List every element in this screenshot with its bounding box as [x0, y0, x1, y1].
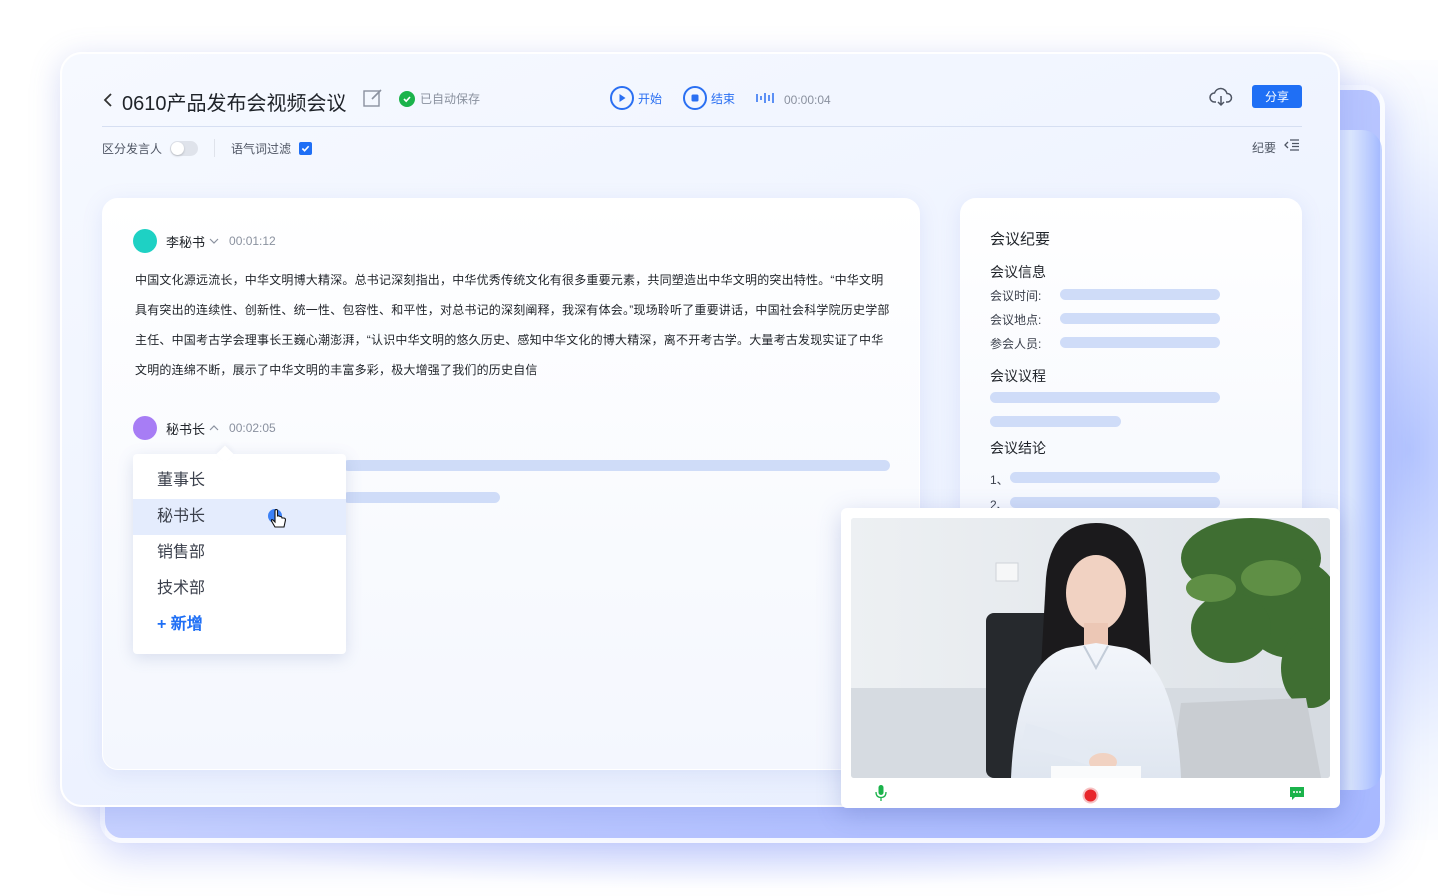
agenda-placeholder: [990, 416, 1121, 427]
header-bar: 0610产品发布会视频会议 已自动保存 开始 结束 00:00:04 分享: [102, 84, 1302, 124]
video-controls: [841, 780, 1340, 808]
dropdown-option-selected[interactable]: 秘书长: [133, 499, 346, 535]
text-placeholder: [343, 492, 500, 503]
timer-value: 00:00:04: [784, 93, 831, 107]
toggle-knob: [171, 141, 185, 155]
audio-wave-icon: [756, 91, 776, 109]
attendees-value-placeholder: [1060, 337, 1220, 348]
attendees-label: 参会人员:: [990, 337, 1042, 351]
video-feed-illustration: [851, 518, 1330, 778]
conclusion-placeholder: [1010, 497, 1220, 508]
chevron-up-icon[interactable]: [209, 423, 219, 434]
transcript-toolbar: 区分发言人 语气词过滤: [102, 138, 313, 158]
transcript-card: 李秘书 00:01:12 中国文化源远流长，中华文明博大精深。总书记深刻指出，中…: [102, 198, 920, 770]
place-value-placeholder: [1060, 313, 1220, 324]
toolbar-divider: [214, 139, 216, 157]
agenda-heading: 会议议程: [990, 368, 1046, 384]
edit-icon[interactable]: [362, 87, 384, 109]
collapse-list-icon: [1284, 138, 1300, 157]
dropdown-option[interactable]: 董事长: [133, 463, 346, 499]
recording-timer: 00:00:04: [756, 91, 831, 109]
check-circle-icon: [399, 90, 415, 107]
distinguish-speaker-label: 区分发言人: [102, 141, 163, 156]
microphone-icon[interactable]: [875, 784, 887, 807]
speaker-dropdown: 董事长 秘书长 销售部 技术部 + 新增: [133, 445, 346, 654]
summary-panel-toggle[interactable]: 纪要: [1252, 138, 1300, 157]
filler-filter-label: 语气词过滤: [231, 141, 292, 156]
record-icon[interactable]: [1082, 787, 1099, 809]
share-button[interactable]: 分享: [1252, 85, 1302, 108]
dropdown-pointer: [216, 445, 234, 463]
conclusion-placeholder: [1010, 472, 1220, 483]
speaker-row: 秘书长 00:02:05: [133, 416, 276, 440]
autosave-label: 已自动保存: [420, 92, 481, 106]
summary-toggle-label: 纪要: [1252, 141, 1277, 155]
play-icon: [610, 86, 634, 110]
meeting-title: 0610产品发布会视频会议: [122, 93, 347, 115]
speaker-row: 李秘书 00:01:12: [133, 229, 276, 253]
add-speaker-button[interactable]: + 新增: [133, 607, 346, 643]
end-button[interactable]: 结束: [683, 86, 735, 110]
video-panel: [841, 508, 1340, 808]
transcript-text: 中国文化源远流长，中华文明博大精深。总书记深刻指出，中华优秀传统文化有很多重要元…: [135, 273, 890, 377]
info-heading: 会议信息: [990, 264, 1046, 280]
start-label: 开始: [638, 91, 663, 106]
text-placeholder: [343, 460, 890, 471]
cloud-download-icon[interactable]: [1209, 86, 1233, 113]
speaker-timestamp: 00:02:05: [229, 421, 276, 435]
stop-icon: [683, 86, 707, 110]
start-button[interactable]: 开始: [610, 86, 662, 110]
time-value-placeholder: [1060, 289, 1220, 300]
header-divider: [102, 126, 1302, 127]
agenda-placeholder: [990, 392, 1220, 403]
end-label: 结束: [711, 91, 736, 106]
distinguish-speaker-toggle[interactable]: [170, 140, 199, 156]
summary-title: 会议纪要: [990, 231, 1051, 248]
filler-filter-checkbox[interactable]: [299, 141, 313, 155]
conclusion-index: 1、: [990, 473, 1009, 487]
video-feed[interactable]: [851, 518, 1330, 778]
avatar: [133, 416, 157, 440]
speaker-timestamp: 00:01:12: [229, 234, 276, 248]
time-label: 会议时间:: [990, 289, 1042, 303]
dropdown-option[interactable]: 销售部: [133, 535, 346, 571]
chevron-left-icon[interactable]: [102, 90, 114, 115]
chat-icon[interactable]: [1289, 786, 1305, 806]
chevron-down-icon[interactable]: [209, 236, 219, 247]
dropdown-option[interactable]: 技术部: [133, 571, 346, 607]
avatar: [133, 229, 157, 253]
speaker-name[interactable]: 秘书长: [166, 419, 205, 438]
speaker-name[interactable]: 李秘书: [166, 232, 205, 251]
place-label: 会议地点:: [990, 313, 1042, 327]
autosave-status: 已自动保存: [399, 90, 480, 107]
dropdown-option-label: 秘书长: [157, 508, 206, 525]
conclusion-heading: 会议结论: [990, 440, 1046, 456]
